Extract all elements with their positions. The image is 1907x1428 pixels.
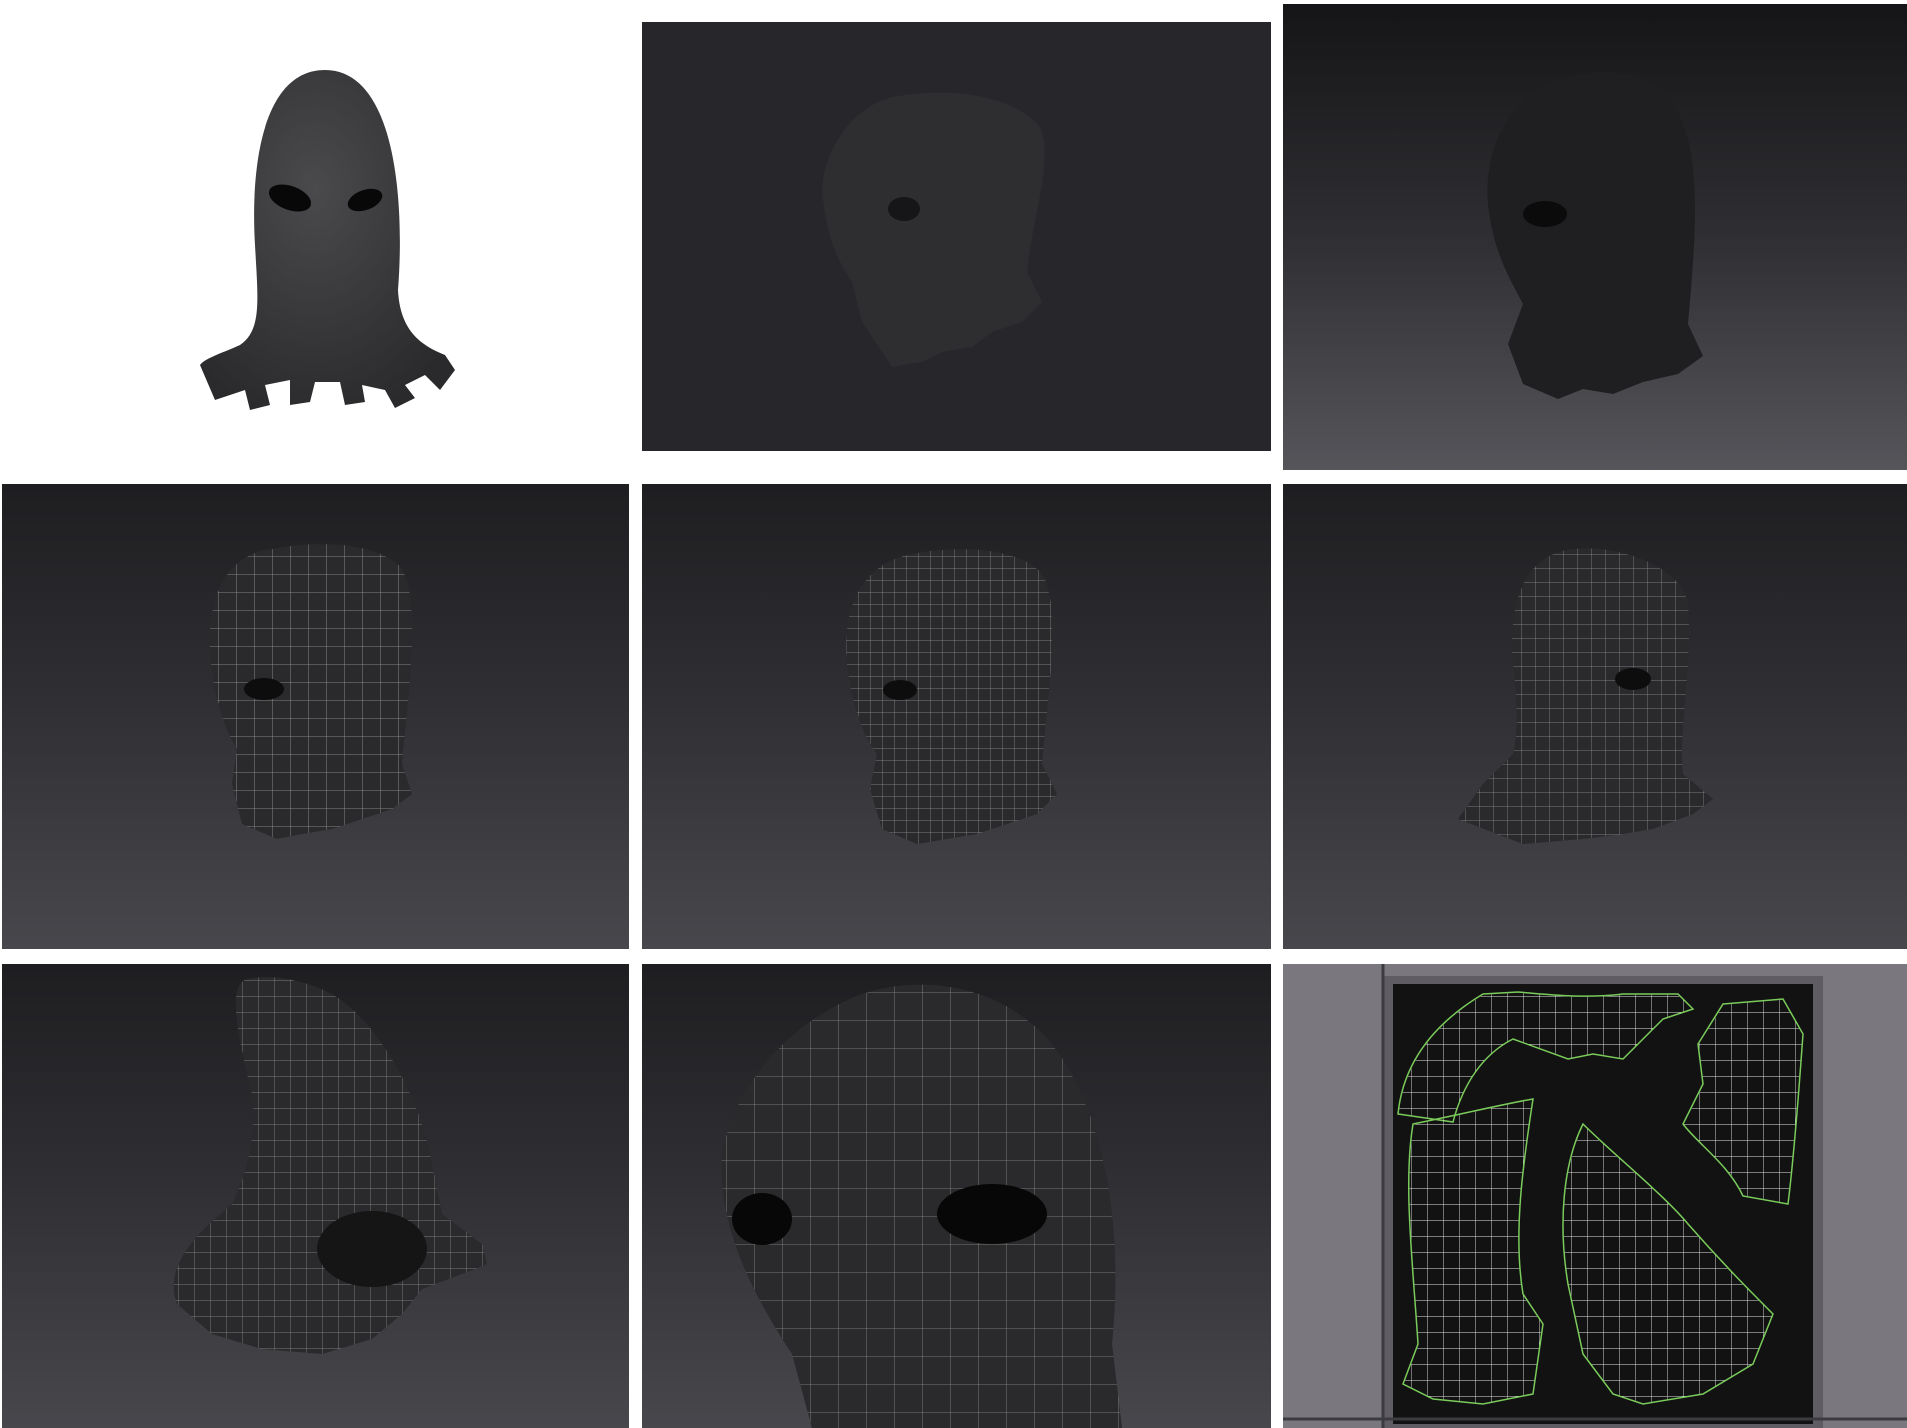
uv-islands <box>1283 964 1907 1428</box>
hood-wireframe-bottom <box>173 977 487 1354</box>
wireframe-back-side <box>1283 484 1907 949</box>
white-render-front <box>0 0 637 470</box>
hood-side-render-gradient <box>1487 72 1703 399</box>
wireframe-below <box>2 964 629 1428</box>
wireframe-low-side <box>2 484 629 949</box>
eye-hole-near <box>937 1184 1047 1244</box>
hood-side-render <box>822 92 1045 367</box>
hood-wireframe <box>209 544 413 839</box>
hood-front-render <box>200 70 455 410</box>
hood-wireframe-dense <box>846 549 1057 844</box>
uv-layout <box>1283 964 1907 1428</box>
dark-render-side <box>642 22 1271 451</box>
eye-hole-far <box>732 1193 792 1245</box>
hood-wireframe-closeup <box>721 984 1122 1428</box>
wireframe-mid-side <box>642 484 1271 949</box>
hood-wireframe-back <box>1458 548 1713 844</box>
wireframe-closeup-eye <box>642 964 1271 1428</box>
viewport-render-side <box>1283 4 1907 470</box>
